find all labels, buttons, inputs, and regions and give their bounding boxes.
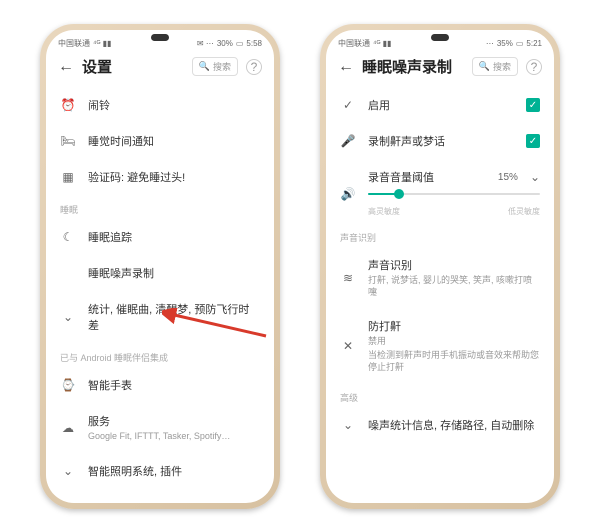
cloud-icon: ☁	[60, 421, 76, 435]
row-enable[interactable]: ✓启用✓	[326, 87, 554, 123]
battery: 35%	[497, 39, 513, 48]
help-icon[interactable]: ?	[526, 59, 542, 75]
mic-icon: 🎤	[340, 134, 356, 148]
row-adv-stats[interactable]: ⌄噪声统计信息, 存储路径, 自动删除	[326, 407, 554, 443]
row-antisnore[interactable]: ✕防打鼾禁用当检测到鼾声时用手机振动或音效来帮助您停止打鼾	[326, 308, 554, 383]
row-smartwatch[interactable]: ⌚智能手表	[46, 367, 274, 403]
bed-icon: 🛏	[60, 134, 76, 148]
volume-icon: 🔊	[340, 187, 356, 201]
alarm-icon: ⏰	[60, 98, 76, 112]
section-sleep: 睡眠	[46, 195, 274, 219]
chevron-down-icon: ⌄	[60, 310, 76, 324]
section-detect: 声音识别	[326, 223, 554, 247]
page-title: 设置	[82, 56, 184, 77]
row-stats[interactable]: ⌄统计, 催眠曲, 清醒梦, 预防飞行时差	[46, 291, 274, 343]
antisnore-icon: ✕	[340, 339, 356, 353]
row-snoretalk[interactable]: 🎤录制鼾声或梦话✓	[326, 123, 554, 159]
row-services[interactable]: ☁服务Google Fit, IFTTT, Tasker, Spotify…	[46, 403, 274, 453]
row-lighting[interactable]: ⌄智能照明系统, 插件	[46, 453, 274, 489]
chevron-down-icon: ⌄	[530, 170, 540, 184]
row-bedtime[interactable]: 🛏睡觉时间通知	[46, 123, 274, 159]
sens-high: 高灵敏度	[368, 206, 400, 217]
row-tracking[interactable]: ☾睡眠追踪	[46, 219, 274, 255]
back-icon[interactable]: ←	[338, 58, 354, 76]
check-icon: ✓	[340, 98, 356, 112]
row-sound-detect[interactable]: ≋声音识别打鼾, 说梦话, 婴儿的哭笑, 笑声, 咳嗽打喷嚏	[326, 247, 554, 308]
search-icon: 🔍	[479, 61, 490, 72]
chevron-down-icon: ⌄	[340, 418, 356, 432]
wave-icon: ≋	[340, 271, 356, 285]
watch-icon: ⌚	[60, 378, 76, 392]
page-title: 睡眠噪声录制	[362, 56, 464, 77]
search-input[interactable]: 🔍搜索	[192, 57, 238, 76]
checkbox-on[interactable]: ✓	[526, 98, 540, 112]
battery: 30%	[217, 39, 233, 48]
clock: 5:21	[526, 39, 542, 48]
moon-icon: ☾	[60, 230, 76, 244]
qr-icon: ▦	[60, 170, 76, 184]
sens-low: 低灵敏度	[508, 206, 540, 217]
chevron-down-icon: ⌄	[60, 464, 76, 478]
row-threshold[interactable]: 🔊录音音量阈值15%⌄	[326, 159, 554, 187]
checkbox-on[interactable]: ✓	[526, 134, 540, 148]
clock: 5:58	[246, 39, 262, 48]
section-advanced: 高级	[326, 383, 554, 407]
search-icon: 🔍	[199, 61, 210, 72]
section-android: 已与 Android 睡眠伴侣集成	[46, 343, 274, 367]
carrier: 中国联通	[58, 38, 90, 49]
carrier: 中国联通	[338, 38, 370, 49]
volume-slider[interactable]	[368, 193, 540, 195]
back-icon[interactable]: ←	[58, 58, 74, 76]
help-icon[interactable]: ?	[246, 59, 262, 75]
row-noise-recording[interactable]: 睡眠噪声录制	[46, 255, 274, 291]
search-input[interactable]: 🔍搜索	[472, 57, 518, 76]
row-alarm[interactable]: ⏰闹铃	[46, 87, 274, 123]
row-captcha[interactable]: ▦验证码: 避免睡过头!	[46, 159, 274, 195]
